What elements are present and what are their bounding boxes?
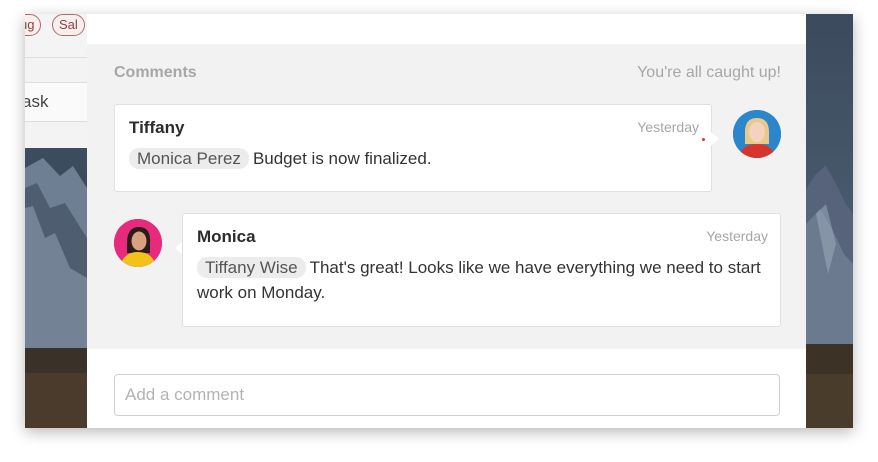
background-window: ug Sal ask xyxy=(25,14,87,428)
comment-card: Monica Yesterday Tiffany Wise That's grea… xyxy=(182,213,781,327)
user-avatar-icon xyxy=(733,110,781,158)
comment-timestamp: Yesterday xyxy=(637,119,699,135)
panel-header-bar xyxy=(87,14,806,44)
background-tag[interactable]: Sal xyxy=(52,14,85,36)
background-tag-row: ug Sal xyxy=(25,14,87,58)
comment-text: Budget is now finalized. xyxy=(252,149,432,168)
comment-card: Tiffany Yesterday Monica Perez Budget is … xyxy=(114,104,712,192)
comment-author[interactable]: Tiffany xyxy=(129,118,184,138)
bubble-tail xyxy=(711,132,719,146)
mountain-wallpaper xyxy=(806,14,853,428)
mention-chip[interactable]: Tiffany Wise xyxy=(197,257,306,278)
comment-timestamp: Yesterday xyxy=(706,228,768,244)
background-tag[interactable]: ug xyxy=(25,14,42,36)
comment-body: Tiffany Wise That's great! Looks like we … xyxy=(197,255,772,305)
wallpaper-right xyxy=(806,14,853,428)
avatar[interactable] xyxy=(733,110,781,158)
comment-composer xyxy=(87,349,806,428)
mountain-wallpaper xyxy=(25,148,87,428)
background-task-label: ask xyxy=(25,92,49,111)
caught-up-status: You're all caught up! xyxy=(637,64,781,81)
background-task-row[interactable]: ask xyxy=(25,82,87,122)
unread-indicator xyxy=(702,138,705,141)
comments-title: Comments xyxy=(114,64,197,81)
mention-chip[interactable]: Monica Perez xyxy=(129,148,249,169)
app-window: ug Sal ask xyxy=(25,14,853,428)
comment-body: Monica Perez Budget is now finalized. xyxy=(129,146,689,171)
comments-panel: Comments You're all caught up! Tiffany Y… xyxy=(87,14,806,428)
user-avatar-icon xyxy=(114,219,162,267)
avatar[interactable] xyxy=(114,219,162,267)
add-comment-input[interactable] xyxy=(114,374,780,416)
comment-author[interactable]: Monica xyxy=(197,227,256,247)
